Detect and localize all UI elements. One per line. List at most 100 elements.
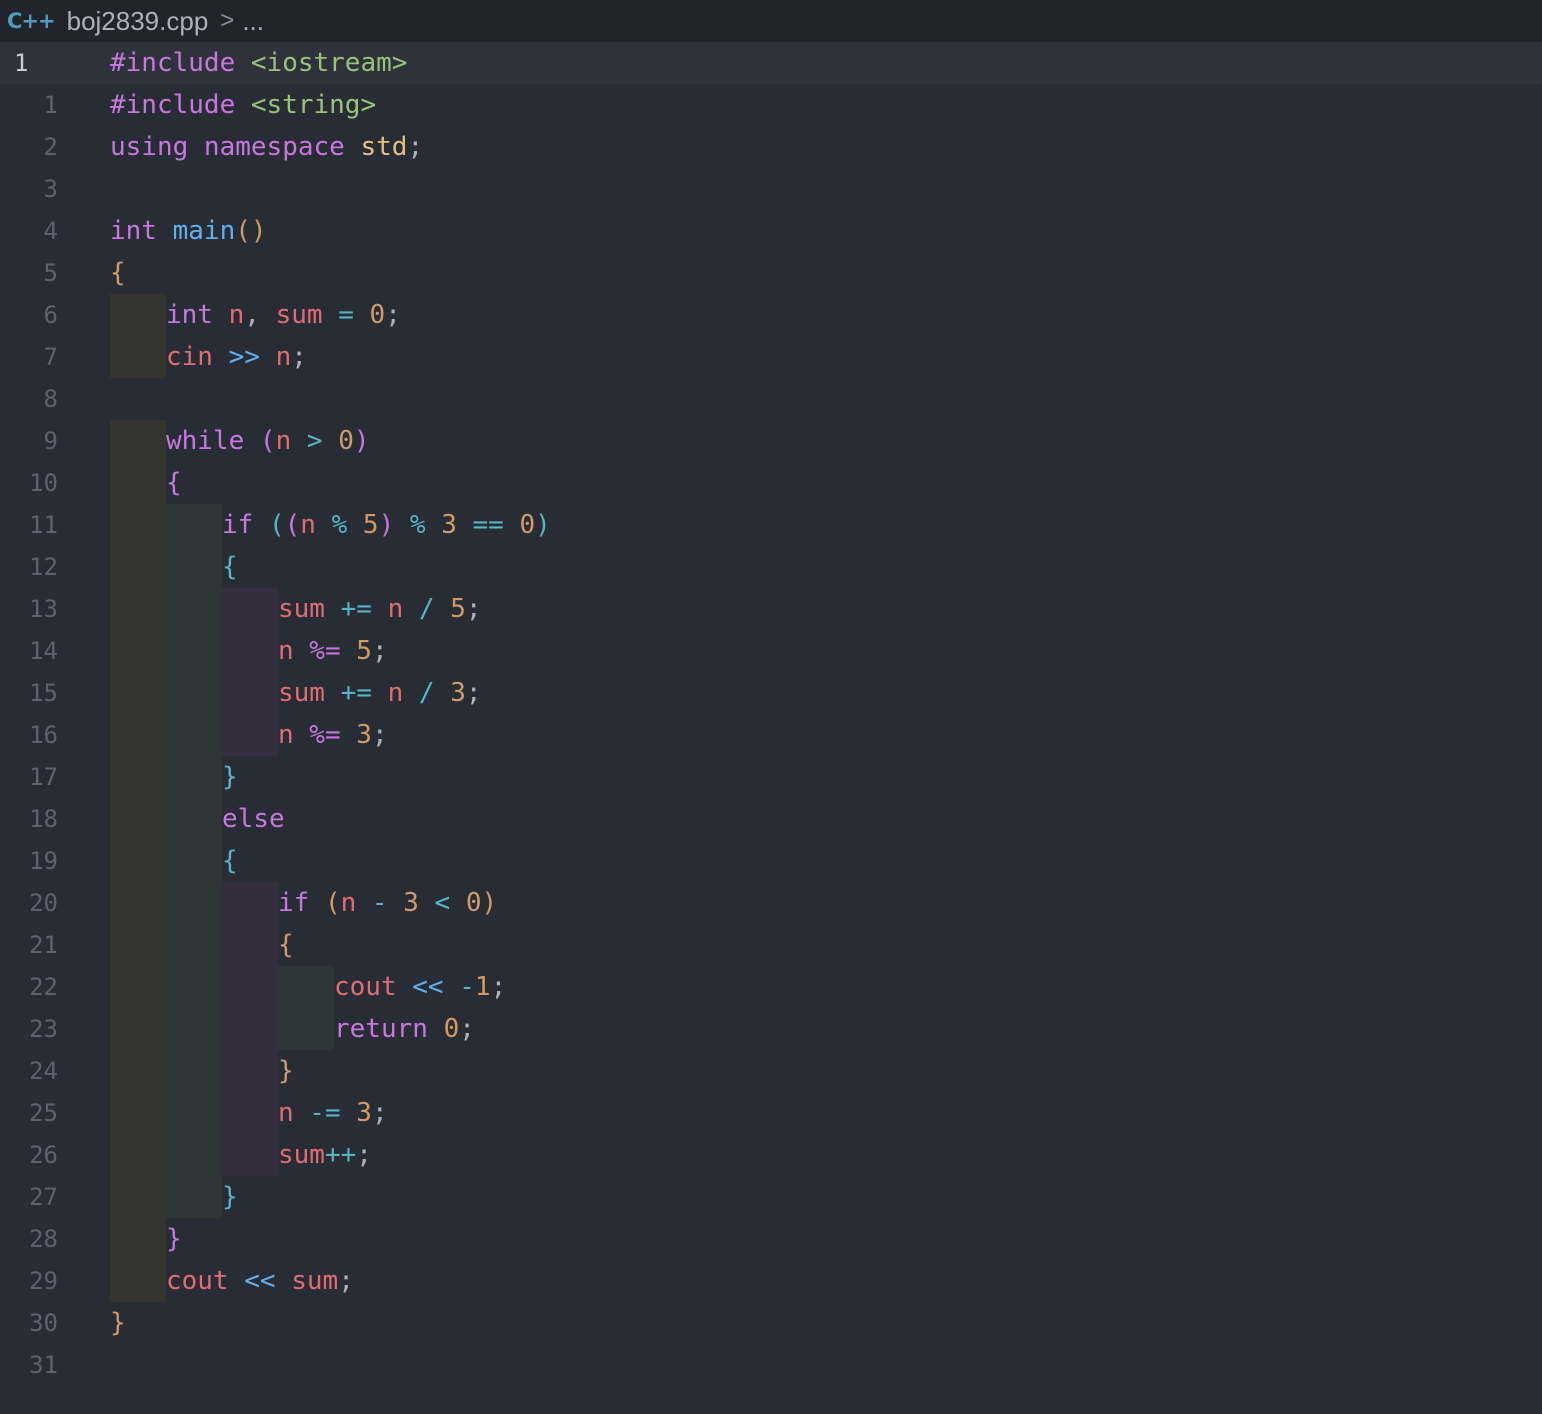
code-text: n -= 3;	[278, 1092, 388, 1134]
code-line[interactable]: 24}	[0, 1050, 1542, 1092]
line-number[interactable]: 13	[0, 588, 58, 630]
line-number[interactable]: 16	[0, 714, 58, 756]
code-line[interactable]: 29 cout << sum;	[0, 1260, 1542, 1302]
code-token: ;	[407, 132, 424, 162]
line-number[interactable]: 14	[0, 630, 58, 672]
line-number[interactable]: 24	[0, 1050, 58, 1092]
code-token: (	[259, 426, 276, 456]
line-number[interactable]: 30	[0, 1302, 58, 1344]
code-token: 0	[465, 888, 482, 918]
code-line[interactable]: 20 if (n - 3 < 0)	[0, 882, 1542, 924]
indent-guide	[110, 756, 166, 798]
code-text: {	[222, 546, 238, 588]
code-line[interactable]: 7 cin >> n;	[0, 336, 1542, 378]
line-number[interactable]: 11	[0, 504, 58, 546]
breadcrumb-file-name[interactable]: boj2839.cpp	[67, 6, 209, 37]
indent-guide	[110, 1092, 166, 1134]
code-text: cin >> n;	[166, 336, 307, 378]
code-line[interactable]: 12 {	[0, 546, 1542, 588]
code-token: while	[166, 426, 260, 456]
indent-guide	[110, 546, 166, 588]
indent-guide	[110, 462, 166, 504]
code-text: sum += n / 5;	[278, 588, 482, 630]
code-line[interactable]: 18 else	[0, 798, 1542, 840]
code-line[interactable]: 26 sum++;	[0, 1134, 1542, 1176]
code-token: ;	[291, 342, 307, 372]
line-number[interactable]: 7	[0, 336, 58, 378]
code-token: }	[110, 1308, 126, 1338]
line-number[interactable]: 3	[0, 168, 58, 210]
code-text: sum++;	[278, 1134, 372, 1176]
line-number[interactable]: 27	[0, 1176, 58, 1218]
code-line[interactable]: 10 {	[0, 462, 1542, 504]
code-token: (	[284, 510, 301, 540]
indent-guide	[278, 966, 334, 1008]
code-line[interactable]: 9 while (n > 0)	[0, 420, 1542, 462]
code-token: ;	[490, 972, 507, 1002]
code-token: {	[110, 258, 126, 288]
line-number[interactable]: 20	[0, 882, 58, 924]
code-line[interactable]: 8	[0, 378, 1542, 420]
line-number[interactable]: 1	[0, 84, 58, 126]
code-line[interactable]: 17}	[0, 756, 1542, 798]
code-token: if	[278, 888, 325, 918]
code-token: -	[459, 972, 475, 1002]
line-number[interactable]: 15	[0, 672, 58, 714]
line-number[interactable]: 9	[0, 420, 58, 462]
indent-guide	[110, 672, 166, 714]
code-line[interactable]: 15 sum += n / 3;	[0, 672, 1542, 714]
line-number[interactable]: 29	[0, 1260, 58, 1302]
line-number[interactable]: 12	[0, 546, 58, 588]
line-number[interactable]: 17	[0, 756, 58, 798]
code-line[interactable]: 25 n -= 3;	[0, 1092, 1542, 1134]
line-number[interactable]: 31	[0, 1344, 58, 1386]
code-token: 5	[362, 510, 379, 540]
code-text: #include <string>	[110, 84, 376, 126]
code-line[interactable]: 22 cout << -1;	[0, 966, 1542, 1008]
code-editor[interactable]: 1 #include <iostream> 1 #include <string> 2 u…	[0, 42, 1542, 1414]
code-line[interactable]: 30}	[0, 1302, 1542, 1344]
code-line[interactable]: 27}	[0, 1176, 1542, 1218]
code-token: /	[403, 678, 451, 708]
code-line[interactable]: 1 #include <string>	[0, 84, 1542, 126]
indent-guide	[110, 420, 166, 462]
indent-guide	[166, 588, 222, 630]
line-number[interactable]: 25	[0, 1092, 58, 1134]
line-number[interactable]: 22	[0, 966, 58, 1008]
line-number[interactable]: 26	[0, 1134, 58, 1176]
line-number[interactable]: 21	[0, 924, 58, 966]
line-number[interactable]: 19	[0, 840, 58, 882]
breadcrumb-more[interactable]: ...	[242, 6, 264, 37]
code-line[interactable]: 23 return 0;	[0, 1008, 1542, 1050]
line-number[interactable]: 8	[0, 378, 58, 420]
line-number[interactable]: 4	[0, 210, 58, 252]
code-line[interactable]: 11 if ((n % 5) % 3 == 0)	[0, 504, 1542, 546]
code-token: return	[334, 1014, 444, 1044]
code-text: }	[278, 1050, 294, 1092]
code-token: ;	[371, 720, 388, 750]
code-token: -	[356, 888, 404, 918]
indent-guide	[110, 1050, 166, 1092]
line-number[interactable]: 23	[0, 1008, 58, 1050]
sticky-scroll-line[interactable]: 1 #include <iostream>	[0, 42, 1542, 84]
code-line[interactable]: 3	[0, 168, 1542, 210]
indent-guide	[110, 966, 166, 1008]
code-line[interactable]: 14 n %= 5;	[0, 630, 1542, 672]
line-number[interactable]: 10	[0, 462, 58, 504]
code-line[interactable]: 13 sum += n / 5;	[0, 588, 1542, 630]
code-line[interactable]: 2 using namespace std;	[0, 126, 1542, 168]
code-line[interactable]: 28}	[0, 1218, 1542, 1260]
code-line[interactable]: 31	[0, 1344, 1542, 1386]
line-number[interactable]: 1	[14, 42, 72, 84]
code-line[interactable]: 21 {	[0, 924, 1542, 966]
code-line[interactable]: 16 n %= 3;	[0, 714, 1542, 756]
line-number[interactable]: 2	[0, 126, 58, 168]
code-line[interactable]: 19 {	[0, 840, 1542, 882]
line-number[interactable]: 28	[0, 1218, 58, 1260]
line-number[interactable]: 5	[0, 252, 58, 294]
line-number[interactable]: 18	[0, 798, 58, 840]
code-line[interactable]: 4 int main()	[0, 210, 1542, 252]
line-number[interactable]: 6	[0, 294, 58, 336]
code-line[interactable]: 5{	[0, 252, 1542, 294]
code-line[interactable]: 6 int n, sum = 0;	[0, 294, 1542, 336]
